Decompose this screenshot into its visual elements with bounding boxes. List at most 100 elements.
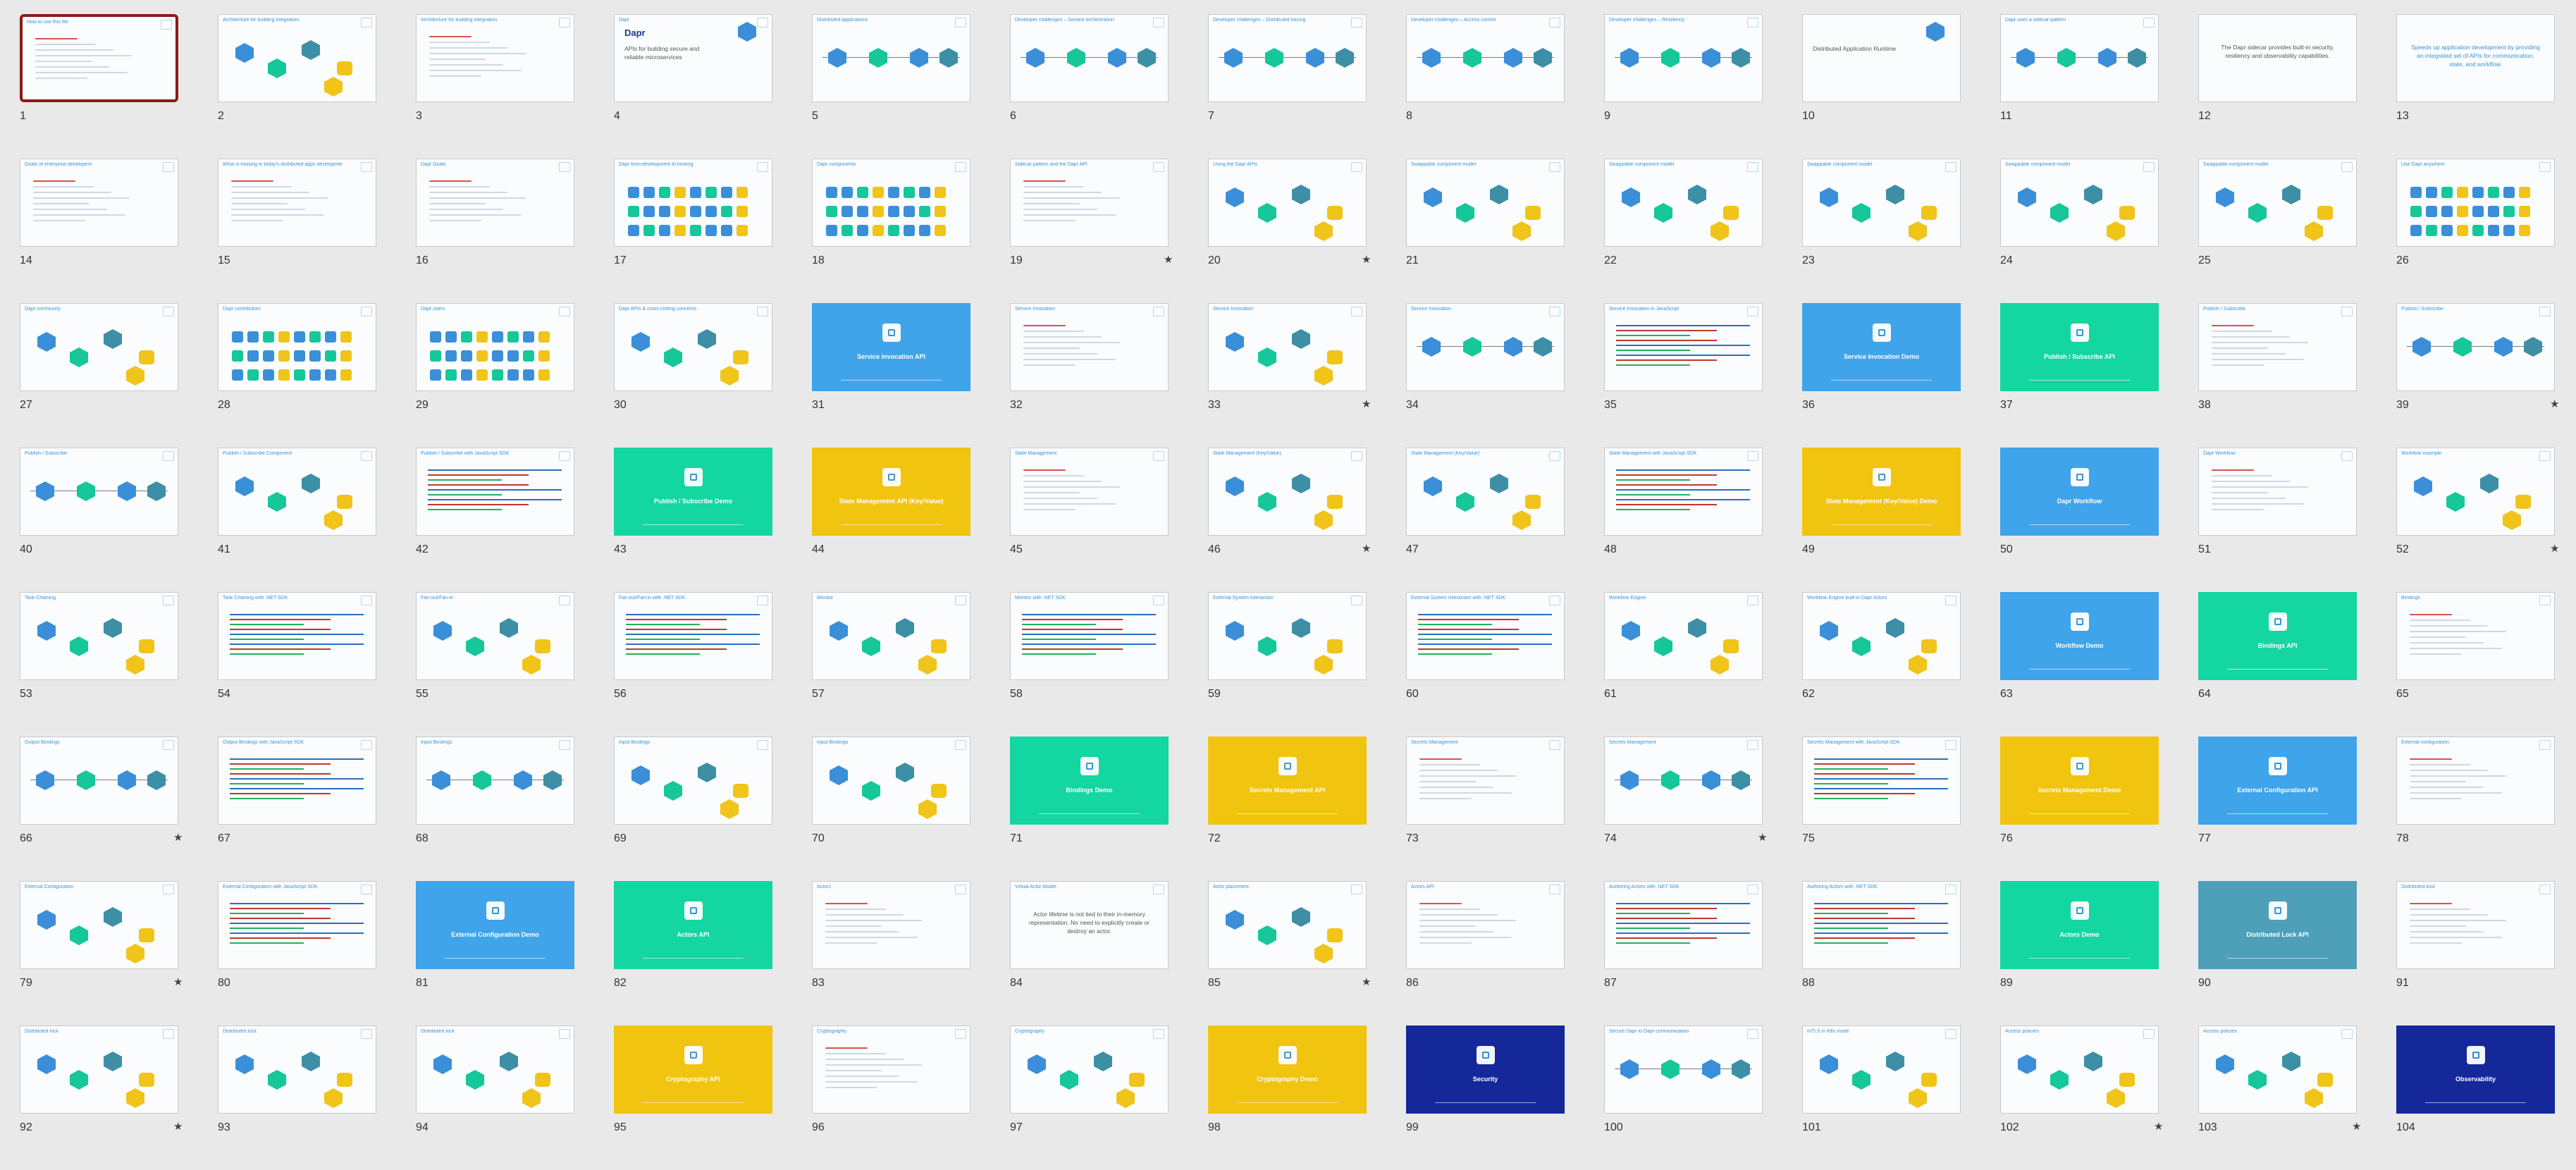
slide-thumbnail[interactable]: Speeds up application development by pro… xyxy=(2396,14,2555,102)
slide-thumbnail[interactable]: Service Invocation in JavaScript xyxy=(1604,303,1763,391)
slide-thumbnail[interactable]: Secrets Management xyxy=(1604,737,1763,825)
slide-thumbnail[interactable]: Use Dapr anywhere xyxy=(2396,159,2555,247)
slide-thumbnail[interactable]: Workflow example xyxy=(2396,448,2555,536)
slide-thumbnail[interactable]: What is missing in today's distributed a… xyxy=(218,159,376,247)
slide-thumbnail[interactable]: Distributed lock xyxy=(416,1026,574,1114)
slide-thumbnail[interactable]: Dapr Dapr APIs for building secure and rel… xyxy=(614,14,772,102)
slide-thumbnail[interactable]: External Configuration API xyxy=(2198,737,2357,825)
slide-thumbnail[interactable]: Input Bindings xyxy=(416,737,574,825)
slide-thumbnail[interactable]: Dapr APIs & cross-cutting concerns xyxy=(614,303,772,391)
slide-thumbnail[interactable]: Service Invocation xyxy=(1406,303,1565,391)
slide-thumbnail[interactable]: Publish / Subscribe with JavaScript SDK xyxy=(416,448,574,536)
slide-thumbnail[interactable]: Publish / Subscribe Demo xyxy=(614,448,772,536)
slide-thumbnail[interactable]: External configuration xyxy=(2396,737,2555,825)
slide-thumbnail[interactable]: Developer challenges – Service orchestra… xyxy=(1010,14,1169,102)
slide-thumbnail[interactable]: Bindings Demo xyxy=(1010,737,1169,825)
slide-thumbnail[interactable]: Actors API xyxy=(1406,881,1565,969)
slide-thumbnail[interactable]: External Configuration with JavaScript S… xyxy=(218,881,376,969)
slide-thumbnail[interactable]: Security xyxy=(1406,1026,1565,1114)
slide-thumbnail[interactable]: Using the Dapr APIs xyxy=(1208,159,1367,247)
slide-thumbnail[interactable]: State Management (Key/Value) xyxy=(1406,448,1565,536)
slide-thumbnail[interactable]: Fan-out/Fan-in xyxy=(416,592,574,680)
slide-thumbnail[interactable]: Architecture for building integration xyxy=(416,14,574,102)
slide-thumbnail[interactable]: Publish / Subscribe xyxy=(20,448,178,536)
slide-thumbnail[interactable]: Bindings API xyxy=(2198,592,2357,680)
slide-thumbnail[interactable]: Distributed lock xyxy=(218,1026,376,1114)
slide-thumbnail[interactable]: Monitor xyxy=(812,592,970,680)
slide-thumbnail[interactable]: Bindings xyxy=(2396,592,2555,680)
slide-thumbnail[interactable]: Secrets Management with JavaScript SDK xyxy=(1802,737,1961,825)
slide-thumbnail[interactable]: Service Invocation xyxy=(1010,303,1169,391)
slide-thumbnail[interactable]: How to use this file xyxy=(20,14,178,102)
slide-thumbnail[interactable]: Observability xyxy=(2396,1026,2555,1114)
slide-thumbnail[interactable]: Actors xyxy=(812,881,970,969)
slide-thumbnail[interactable]: Swappable component model xyxy=(1406,159,1565,247)
slide-thumbnail[interactable]: Output Bindings xyxy=(20,737,178,825)
slide-thumbnail[interactable]: Cryptography xyxy=(812,1026,970,1114)
slide-thumbnail[interactable]: Developer challenges – Access control xyxy=(1406,14,1565,102)
slide-thumbnail[interactable]: Swappable component model xyxy=(2198,159,2357,247)
slide-thumbnail[interactable]: Virtual Actor Model Actor lifetime is not… xyxy=(1010,881,1169,969)
slide-thumbnail[interactable]: Cryptography xyxy=(1010,1026,1169,1114)
slide-thumbnail[interactable]: Dapr from development to hosting xyxy=(614,159,772,247)
slide-thumbnail[interactable]: Service Invocation API xyxy=(812,303,970,391)
slide-thumbnail[interactable]: External System Interaction with .NET SD… xyxy=(1406,592,1565,680)
slide-thumbnail[interactable]: Output Bindings with JavaScript SDK xyxy=(218,737,376,825)
slide-thumbnail[interactable]: Distributed lock xyxy=(2396,881,2555,969)
slide-thumbnail[interactable]: State Management with JavaScript SDK xyxy=(1604,448,1763,536)
slide-thumbnail[interactable]: The Dapr sidecar provides built-in secur… xyxy=(2198,14,2357,102)
slide-thumbnail[interactable]: Distributed Application Runtime xyxy=(1802,14,1961,102)
slide-thumbnail[interactable]: Cryptography API xyxy=(614,1026,772,1114)
slide-thumbnail[interactable]: Sidecar pattern and the Dapr API xyxy=(1010,159,1169,247)
slide-thumbnail[interactable]: Secure Dapr to Dapr communication xyxy=(1604,1026,1763,1114)
slide-thumbnail[interactable]: Publish / Subscribe xyxy=(2396,303,2555,391)
slide-thumbnail[interactable]: Task Chaining xyxy=(20,592,178,680)
slide-thumbnail[interactable]: Workflow Demo xyxy=(2000,592,2159,680)
slide-thumbnail[interactable]: Publish / Subscribe xyxy=(2198,303,2357,391)
slide-thumbnail[interactable]: Swappable component model xyxy=(1802,159,1961,247)
slide-thumbnail[interactable]: Developer challenges – Resiliency xyxy=(1604,14,1763,102)
slide-thumbnail[interactable]: Architecture for building integration xyxy=(218,14,376,102)
slide-thumbnail[interactable]: Distributed Lock API xyxy=(2198,881,2357,969)
slide-thumbnail[interactable]: State Management xyxy=(1010,448,1169,536)
slide-thumbnail[interactable]: State Management API (Key/Value) xyxy=(812,448,970,536)
slide-thumbnail[interactable]: Dapr Workflow xyxy=(2198,448,2357,536)
slide-thumbnail[interactable]: Dapr contributors xyxy=(218,303,376,391)
slide-thumbnail[interactable]: External System Interaction xyxy=(1208,592,1367,680)
slide-thumbnail[interactable]: Publish / Subscribe API xyxy=(2000,303,2159,391)
slide-thumbnail[interactable]: Secrets Management xyxy=(1406,737,1565,825)
slide-thumbnail[interactable]: Authoring Actors with .NET SDK xyxy=(1604,881,1763,969)
slide-thumbnail[interactable]: Service Invocation Demo xyxy=(1802,303,1961,391)
slide-thumbnail[interactable]: Dapr components xyxy=(812,159,970,247)
slide-thumbnail[interactable]: External Configuration Demo xyxy=(416,881,574,969)
slide-thumbnail[interactable]: Secrets Management API xyxy=(1208,737,1367,825)
slide-thumbnail[interactable]: Goals of enterprise developers xyxy=(20,159,178,247)
slide-thumbnail[interactable]: State Management (Key/Value) xyxy=(1208,448,1367,536)
slide-thumbnail[interactable]: Actors API xyxy=(614,881,772,969)
slide-thumbnail[interactable]: Swappable component model xyxy=(2000,159,2159,247)
slide-thumbnail[interactable]: Service Invocation xyxy=(1208,303,1367,391)
slide-thumbnail[interactable]: Task Chaining with .NET SDK xyxy=(218,592,376,680)
slide-thumbnail[interactable]: Workflow Engine xyxy=(1604,592,1763,680)
slide-thumbnail[interactable]: mTLS in K8s mode xyxy=(1802,1026,1961,1114)
slide-thumbnail[interactable]: Access policies xyxy=(2000,1026,2159,1114)
slide-thumbnail[interactable]: Dapr community xyxy=(20,303,178,391)
slide-thumbnail[interactable]: Actors Demo xyxy=(2000,881,2159,969)
slide-thumbnail[interactable]: Input Bindings xyxy=(812,737,970,825)
slide-thumbnail[interactable]: Dapr Goals xyxy=(416,159,574,247)
slide-thumbnail[interactable]: Fan-out/Fan-in with .NET SDK xyxy=(614,592,772,680)
slide-thumbnail[interactable]: Swappable component model xyxy=(1604,159,1763,247)
slide-thumbnail[interactable]: Distributed lock xyxy=(20,1026,178,1114)
slide-thumbnail[interactable]: External Configuration xyxy=(20,881,178,969)
slide-thumbnail[interactable]: Publish / Subscribe Component xyxy=(218,448,376,536)
slide-thumbnail[interactable]: Input Bindings xyxy=(614,737,772,825)
slide-thumbnail[interactable]: Dapr users xyxy=(416,303,574,391)
slide-thumbnail[interactable]: Dapr uses a sidecar pattern xyxy=(2000,14,2159,102)
slide-thumbnail[interactable]: Workflow Engine built-in Dapr Actors xyxy=(1802,592,1961,680)
slide-thumbnail[interactable]: Secrets Management Demo xyxy=(2000,737,2159,825)
slide-thumbnail[interactable]: Authoring Actors with .NET SDK xyxy=(1802,881,1961,969)
slide-thumbnail[interactable]: Distributed applications xyxy=(812,14,970,102)
slide-thumbnail[interactable]: Dapr Workflow xyxy=(2000,448,2159,536)
slide-thumbnail[interactable]: Monitor with .NET SDK xyxy=(1010,592,1169,680)
slide-thumbnail[interactable]: Cryptography Demo xyxy=(1208,1026,1367,1114)
